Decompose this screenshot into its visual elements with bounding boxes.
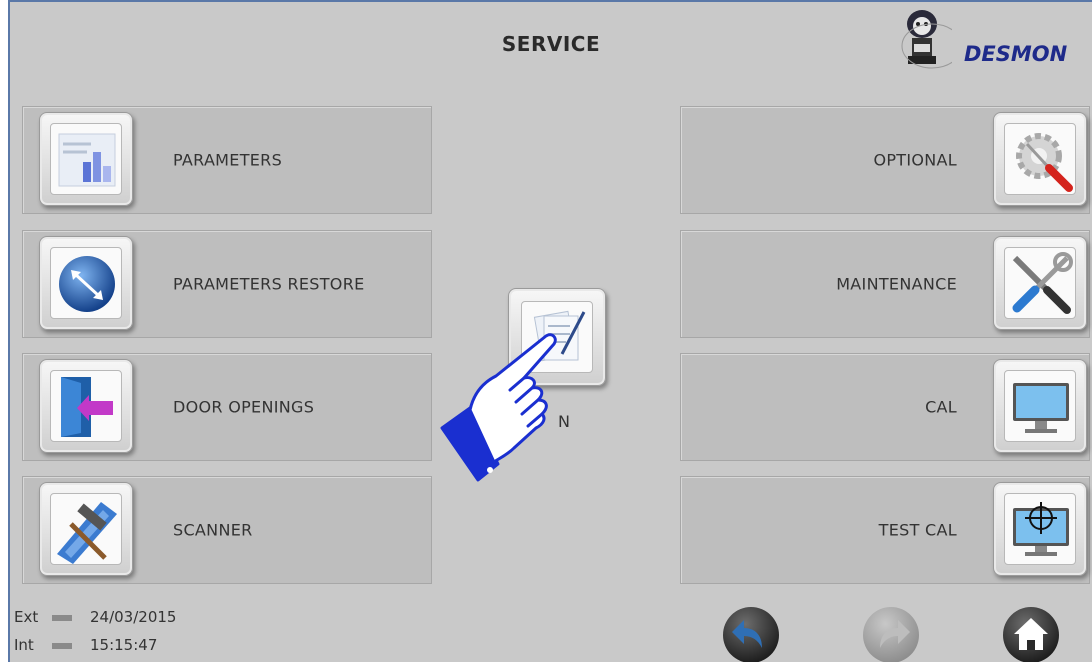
parameters-button[interactable]: PARAMETERS: [22, 106, 432, 214]
document-edit-icon: [521, 301, 593, 373]
door-openings-label: DOOR OPENINGS: [173, 397, 315, 417]
forward-arrow-icon: [863, 607, 919, 662]
maintenance-label: MAINTENANCE: [836, 274, 957, 294]
door-openings-button[interactable]: DOOR OPENINGS: [22, 353, 432, 461]
date-value: 24/03/2015: [90, 608, 177, 626]
scanner-label: SCANNER: [173, 520, 253, 540]
test-cal-button[interactable]: TEST CAL: [680, 476, 1090, 584]
time-value: 15:15:47: [90, 636, 158, 654]
home-icon: [1003, 607, 1059, 662]
scanner-button[interactable]: SCANNER: [22, 476, 432, 584]
crosshair-monitor-icon: [993, 482, 1087, 576]
cal-button[interactable]: CAL: [680, 353, 1090, 461]
parameters-restore-button[interactable]: PARAMETERS RESTORE: [22, 230, 432, 338]
logo-text: DESMON: [964, 42, 1068, 66]
center-label: N: [558, 412, 570, 431]
monitor-icon: [993, 359, 1087, 453]
back-arrow-icon: [723, 607, 779, 662]
int-status-row: Int 15:15:47: [14, 636, 157, 654]
home-button[interactable]: [1002, 606, 1060, 662]
wrench-screwdriver-icon: [993, 236, 1087, 330]
parameters-restore-label: PARAMETERS RESTORE: [173, 274, 365, 294]
optional-label: OPTIONAL: [873, 150, 957, 170]
service-screen: SERVICE DESMON PARAMETERS PARAMETERS RES…: [8, 0, 1092, 662]
scanner-tools-icon: [39, 482, 133, 576]
mascot-logo-icon: [901, 10, 952, 69]
door-open-icon: [39, 359, 133, 453]
desmon-logo: DESMON: [882, 6, 1092, 76]
int-indicator: [52, 642, 72, 649]
int-label: Int: [14, 636, 34, 654]
test-cal-label: TEST CAL: [878, 520, 957, 540]
restore-arrows-icon: [39, 236, 133, 330]
ext-status-row: Ext 24/03/2015: [14, 608, 176, 626]
forward-button[interactable]: [862, 606, 920, 662]
ext-indicator: [52, 614, 72, 621]
optional-button[interactable]: OPTIONAL: [680, 106, 1090, 214]
parameters-chart-icon: [39, 112, 133, 206]
cal-label: CAL: [925, 397, 957, 417]
ext-label: Ext: [14, 608, 39, 626]
parameters-label: PARAMETERS: [173, 150, 283, 170]
document-edit-button[interactable]: [508, 288, 606, 386]
maintenance-button[interactable]: MAINTENANCE: [680, 230, 1090, 338]
back-button[interactable]: [722, 606, 780, 662]
gear-screwdriver-icon: [993, 112, 1087, 206]
